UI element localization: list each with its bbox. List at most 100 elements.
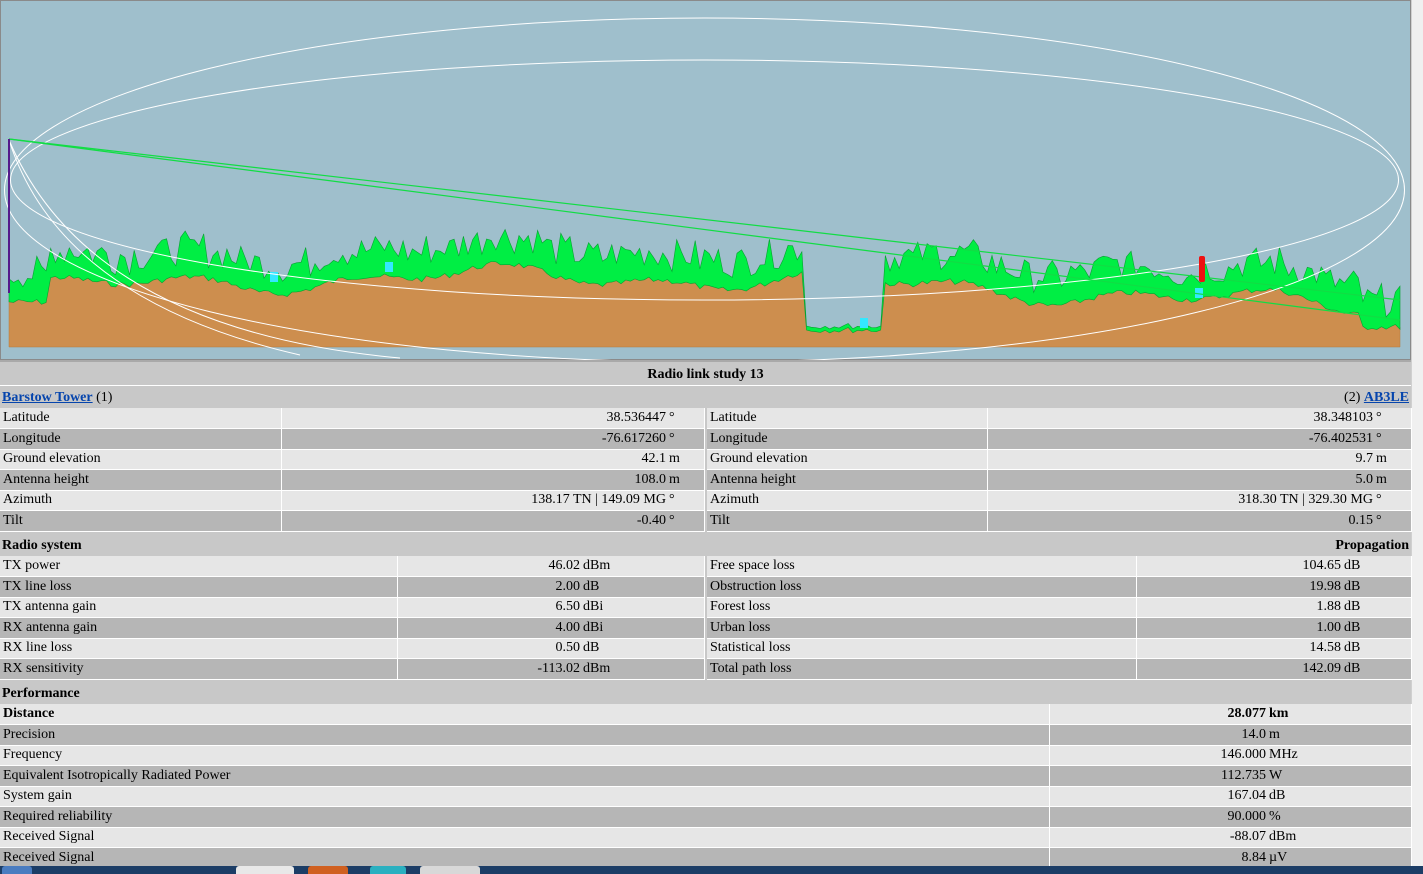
row-label: TX line loss [0, 576, 398, 598]
row-label: Distance [0, 704, 1050, 725]
row-label: RX antenna gain [0, 617, 398, 639]
propagation-panel: Propagation Free space loss 104.65 dB Obstr… [707, 536, 1412, 680]
row-label: Forest loss [707, 597, 1137, 618]
row-unit: ° [667, 490, 705, 511]
row-unit: ° [667, 510, 705, 532]
table-row: Obstruction loss 19.98 dB [707, 576, 1412, 598]
row-label: Azimuth [707, 490, 988, 511]
row-value: 46.02 [397, 556, 581, 577]
site2-panel: (2) AB3LE Latitude 38.348103 ° Longitude -76… [707, 388, 1412, 532]
row-value: 90.000 [1049, 806, 1267, 828]
table-row: Received Signal 8.84 µV [0, 847, 1412, 869]
row-value: 9.7 [987, 449, 1374, 470]
table-row: RX antenna gain 4.00 dBi [0, 617, 705, 639]
row-unit: ° [1374, 490, 1412, 511]
report-panel: Radio link study 13 Barstow Tower (1) La… [0, 360, 1412, 869]
site1-table: Latitude 38.536447 ° Longitude -76.617260 ° Gr… [0, 408, 705, 532]
row-label: Equivalent Isotropically Radiated Power [0, 765, 1050, 787]
table-row: Longitude -76.617260 ° [0, 428, 705, 450]
table-row: Frequency 146.000 MHz [0, 745, 1412, 766]
table-row: Antenna height 108.0 m [0, 469, 705, 491]
row-unit: ° [667, 408, 705, 429]
row-label: Latitude [707, 408, 988, 429]
row-unit: m [1374, 449, 1412, 470]
row-unit: W [1267, 765, 1412, 787]
performance-header: Performance [2, 686, 80, 701]
water-spot [860, 318, 868, 328]
table-row: Forest loss 1.88 dB [707, 597, 1412, 618]
row-value: -88.07 [1049, 827, 1267, 848]
row-unit: dB [1342, 617, 1412, 639]
table-row: Precision 14.0 m [0, 724, 1412, 746]
table-row: Required reliability 90.000% [0, 806, 1412, 828]
row-value: 142.09 [1136, 658, 1342, 680]
site1-header: Barstow Tower (1) [0, 388, 704, 408]
row-value: 0.15 [987, 510, 1374, 532]
row-unit: ° [1374, 408, 1412, 429]
site2-header: (2) AB3LE [707, 388, 1411, 408]
row-unit: m [667, 449, 705, 470]
start-button[interactable] [2, 866, 32, 874]
row-value: 14.0 [1049, 724, 1267, 746]
table-row: TX line loss 2.00 dB [0, 576, 705, 598]
row-unit: ° [1374, 428, 1412, 450]
table-row: Urban loss 1.00 dB [707, 617, 1412, 639]
table-row: Statistical loss 14.58 dB [707, 638, 1412, 659]
row-unit: dB [1342, 597, 1412, 618]
row-label: TX power [0, 556, 398, 577]
row-value: 5.0 [987, 469, 1374, 491]
row-value: -0.40 [281, 510, 667, 532]
table-row: System gain 167.04 dB [0, 786, 1412, 807]
table-row: Ground elevation 9.7 m [707, 449, 1412, 470]
row-label: Received Signal [0, 827, 1050, 848]
row-unit: dB [1342, 638, 1412, 659]
obstruction-tower [1199, 256, 1205, 282]
row-value: 42.1 [281, 449, 667, 470]
vertical-scrollbar[interactable] [1411, 0, 1423, 866]
row-label: Antenna height [0, 469, 282, 491]
table-row: Total path loss 142.09 dB [707, 658, 1412, 680]
table-row: Latitude 38.536447 ° [0, 408, 705, 429]
row-value: 2.00 [397, 576, 581, 598]
taskbar-app-3[interactable] [370, 866, 406, 874]
row-unit: m [1267, 724, 1412, 746]
row-value: 108.0 [281, 469, 667, 491]
propagation-table: Free space loss 104.65 dB Obstruction loss 1… [707, 556, 1412, 680]
row-label: Ground elevation [707, 449, 988, 470]
row-value: 167.04 [1049, 786, 1267, 807]
table-row: RX sensitivity -113.02 dBm [0, 658, 705, 680]
taskbar-app-4[interactable] [420, 866, 480, 874]
row-unit: dB [581, 638, 705, 659]
terrain-profile-chart [0, 0, 1411, 360]
site1-link[interactable]: Barstow Tower [2, 390, 93, 405]
row-value: 4.00 [397, 617, 581, 639]
site1-panel: Barstow Tower (1) Latitude 38.536447 ° Long… [0, 388, 705, 532]
row-value: -76.617260 [281, 428, 667, 450]
row-unit: dB [581, 576, 705, 598]
row-label: Free space loss [707, 556, 1137, 577]
row-value: 38.536447 [281, 408, 667, 429]
taskbar-app-2[interactable] [308, 866, 348, 874]
row-value: 104.65 [1136, 556, 1342, 577]
performance-table: Distance 28.077 km Precision 14.0 m Frequency 1… [0, 704, 1412, 869]
site2-link[interactable]: AB3LE [1364, 390, 1409, 405]
table-row: Tilt -0.40 ° [0, 510, 705, 532]
taskbar-app-1[interactable] [236, 866, 294, 874]
row-unit: µV [1267, 847, 1412, 869]
radio-system-header: Radio system [2, 538, 82, 553]
row-unit: m [1374, 469, 1412, 491]
row-label: RX line loss [0, 638, 398, 659]
row-label: Urban loss [707, 617, 1137, 639]
site2-table: Latitude 38.348103 ° Longitude -76.402531 ° Gr… [707, 408, 1412, 532]
row-label: Longitude [0, 428, 282, 450]
row-unit: dB [1267, 786, 1412, 807]
table-row: Latitude 38.348103 ° [707, 408, 1412, 429]
row-unit: MHz [1267, 745, 1412, 766]
row-label: TX antenna gain [0, 597, 398, 618]
row-unit: ° [667, 428, 705, 450]
row-value: 0.50 [397, 638, 581, 659]
row-label: Statistical loss [707, 638, 1137, 659]
table-row: TX antenna gain 6.50 dBi [0, 597, 705, 618]
table-row: Ground elevation 42.1 m [0, 449, 705, 470]
row-label: Longitude [707, 428, 988, 450]
